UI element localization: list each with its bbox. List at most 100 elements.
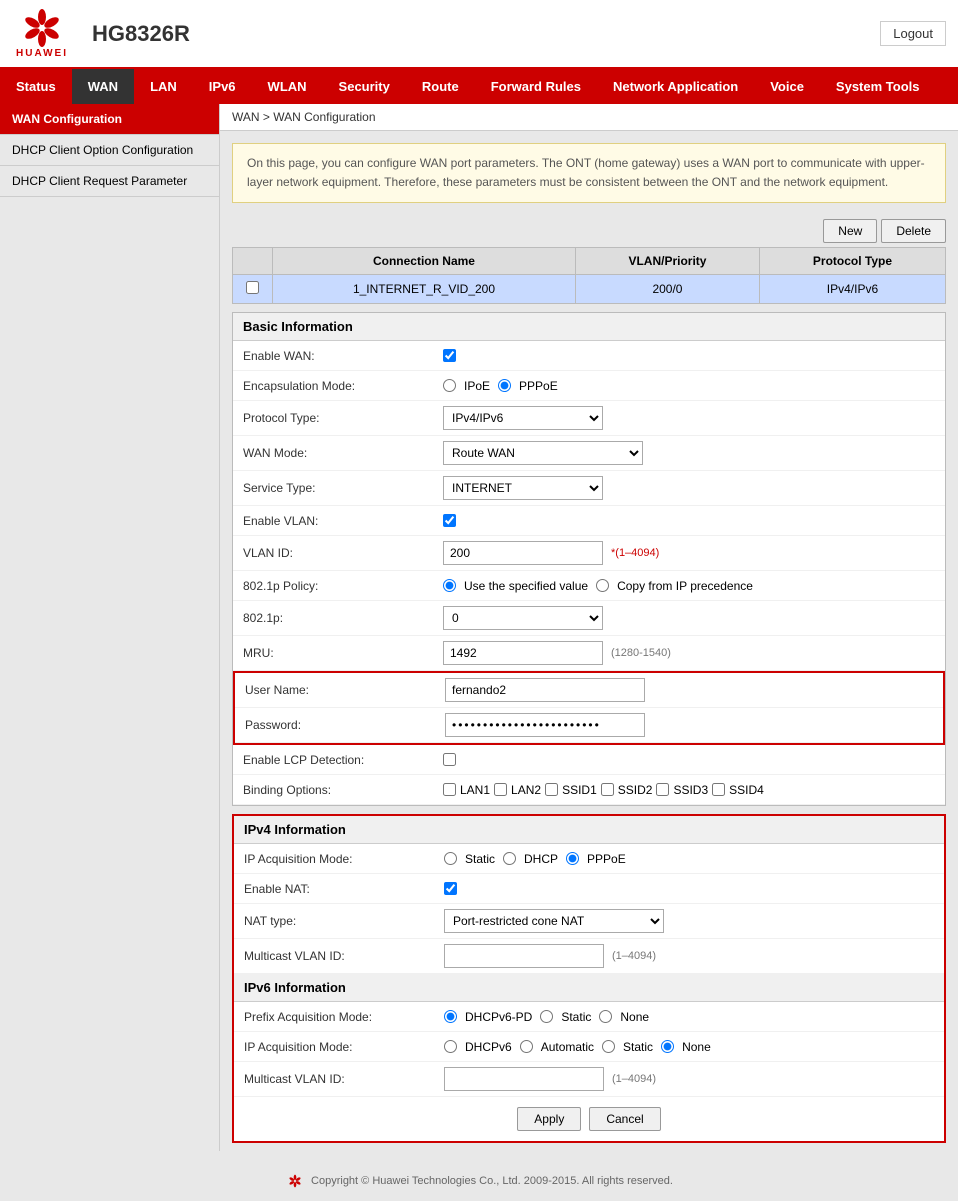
binding-ssid4[interactable]: [712, 783, 725, 796]
sidebar-item-dhcp-request[interactable]: DHCP Client Request Parameter: [0, 166, 219, 197]
mru-value: (1280-1540): [443, 641, 935, 665]
nav-wan[interactable]: WAN: [72, 69, 134, 104]
ipv6-acq-label: IP Acquisition Mode:: [244, 1040, 444, 1054]
prefix-dhcpv6pd-radio[interactable]: [444, 1010, 457, 1023]
binding-lan1[interactable]: [443, 783, 456, 796]
prefix-static-radio[interactable]: [540, 1010, 553, 1023]
ipv4-multicast-hint: (1–4094): [612, 950, 656, 962]
ipv4-acq-row: IP Acquisition Mode: Static DHCP PPPoE: [234, 844, 944, 874]
ipv6-multicast-label: Multicast VLAN ID:: [244, 1072, 444, 1086]
nav-forward[interactable]: Forward Rules: [475, 69, 597, 104]
new-button[interactable]: New: [823, 219, 877, 243]
lcp-label: Enable LCP Detection:: [243, 753, 443, 767]
info-box: On this page, you can configure WAN port…: [232, 143, 946, 203]
nav-voice[interactable]: Voice: [754, 69, 820, 104]
ipv6-multicast-input[interactable]: [444, 1067, 604, 1091]
wan-mode-select[interactable]: Route WAN Bridge WAN: [443, 441, 643, 465]
lcp-row: Enable LCP Detection:: [233, 745, 945, 775]
device-title: HG8326R: [92, 21, 880, 47]
enable-wan-checkbox[interactable]: [443, 349, 456, 362]
sidebar-item-dhcp-option[interactable]: DHCP Client Option Configuration: [0, 135, 219, 166]
nat-row: Enable NAT:: [234, 874, 944, 904]
nav-wlan[interactable]: WLAN: [252, 69, 323, 104]
ipv4-title: IPv4 Information: [234, 816, 944, 844]
binding-lan2[interactable]: [494, 783, 507, 796]
enable-vlan-value: [443, 514, 935, 527]
nat-type-row: NAT type: Port-restricted cone NAT Full …: [234, 904, 944, 939]
binding-ssid3-label: SSID3: [673, 783, 708, 797]
lcp-checkbox[interactable]: [443, 753, 456, 766]
binding-ssid2-label: SSID2: [618, 783, 653, 797]
cancel-button[interactable]: Cancel: [589, 1107, 660, 1131]
mru-hint: (1280-1540): [611, 647, 671, 659]
wan-table: Connection Name VLAN/Priority Protocol T…: [232, 247, 946, 304]
prefix-static-text: Static: [561, 1010, 591, 1024]
nav-security[interactable]: Security: [323, 69, 406, 104]
value-8021p-select[interactable]: 0123 4567: [443, 606, 603, 630]
mru-input[interactable]: [443, 641, 603, 665]
ipv6-dhcpv6-radio[interactable]: [444, 1040, 457, 1053]
ipv6-acq-value: DHCPv6 Automatic Static None: [444, 1040, 934, 1054]
nat-type-label: NAT type:: [244, 914, 444, 928]
nav-status[interactable]: Status: [0, 69, 72, 104]
vlan-id-value: *(1–4094): [443, 541, 935, 565]
sidebar-item-wan-config[interactable]: WAN Configuration: [0, 104, 219, 135]
ipv6-title: IPv6 Information: [234, 974, 944, 1002]
binding-ssid2[interactable]: [601, 783, 614, 796]
encap-label: Encapsulation Mode:: [243, 379, 443, 393]
ipv6-auto-radio[interactable]: [520, 1040, 533, 1053]
binding-ssid3[interactable]: [656, 783, 669, 796]
prefix-value: DHCPv6-PD Static None: [444, 1010, 934, 1024]
ipv4-acq-value: Static DHCP PPPoE: [444, 852, 934, 866]
wan-mode-value: Route WAN Bridge WAN: [443, 441, 935, 465]
encap-pppoe-radio[interactable]: [498, 379, 511, 392]
footer-text: Copyright © Huawei Technologies Co., Ltd…: [311, 1175, 673, 1187]
enable-vlan-checkbox[interactable]: [443, 514, 456, 527]
logout-button[interactable]: Logout: [880, 21, 946, 46]
main-layout: WAN Configuration DHCP Client Option Con…: [0, 104, 958, 1151]
nav-ipv6[interactable]: IPv6: [193, 69, 252, 104]
vlan-id-input[interactable]: [443, 541, 603, 565]
row-checkbox-cell[interactable]: [233, 275, 273, 304]
ipv6-static-radio[interactable]: [602, 1040, 615, 1053]
logo-area: HUAWEI: [12, 8, 72, 59]
ipv4-dhcp-radio[interactable]: [503, 852, 516, 865]
username-row: User Name:: [235, 673, 943, 708]
protocol-label: Protocol Type:: [243, 411, 443, 425]
row-checkbox[interactable]: [246, 281, 259, 294]
delete-button[interactable]: Delete: [881, 219, 946, 243]
ipv6-none-radio[interactable]: [661, 1040, 674, 1053]
policy-value: Use the specified value Copy from IP pre…: [443, 579, 935, 593]
protocol-value: IPv4/IPv6: [443, 406, 935, 430]
nat-checkbox[interactable]: [444, 882, 457, 895]
ipv4-static-text: Static: [465, 852, 495, 866]
nav-lan[interactable]: LAN: [134, 69, 193, 104]
ipv4-static-radio[interactable]: [444, 852, 457, 865]
apply-button[interactable]: Apply: [517, 1107, 581, 1131]
service-type-row: Service Type: INTERNET: [233, 471, 945, 506]
ipv6-dhcpv6-text: DHCPv6: [465, 1040, 512, 1054]
username-label: User Name:: [245, 683, 445, 697]
encap-ipoe-radio[interactable]: [443, 379, 456, 392]
sidebar: WAN Configuration DHCP Client Option Con…: [0, 104, 220, 1151]
nav-tools[interactable]: System Tools: [820, 69, 936, 104]
table-row[interactable]: 1_INTERNET_R_VID_200 200/0 IPv4/IPv6: [233, 275, 946, 304]
prefix-none-radio[interactable]: [599, 1010, 612, 1023]
nav-route[interactable]: Route: [406, 69, 475, 104]
nat-type-select[interactable]: Port-restricted cone NAT Full cone NAT A…: [444, 909, 664, 933]
prefix-label: Prefix Acquisition Mode:: [244, 1010, 444, 1024]
password-row: Password:: [235, 708, 943, 743]
ipv4-multicast-input[interactable]: [444, 944, 604, 968]
policy-copy-radio[interactable]: [596, 579, 609, 592]
protocol-select[interactable]: IPv4/IPv6: [443, 406, 603, 430]
username-input[interactable]: [445, 678, 645, 702]
ipv4-pppoe-radio[interactable]: [566, 852, 579, 865]
binding-ssid4-label: SSID4: [729, 783, 764, 797]
row-connection-name: 1_INTERNET_R_VID_200: [273, 275, 576, 304]
policy-specified-radio[interactable]: [443, 579, 456, 592]
encap-pppoe-text: PPPoE: [519, 379, 558, 393]
binding-ssid1[interactable]: [545, 783, 558, 796]
service-select[interactable]: INTERNET: [443, 476, 603, 500]
nav-netapp[interactable]: Network Application: [597, 69, 754, 104]
password-input[interactable]: [445, 713, 645, 737]
